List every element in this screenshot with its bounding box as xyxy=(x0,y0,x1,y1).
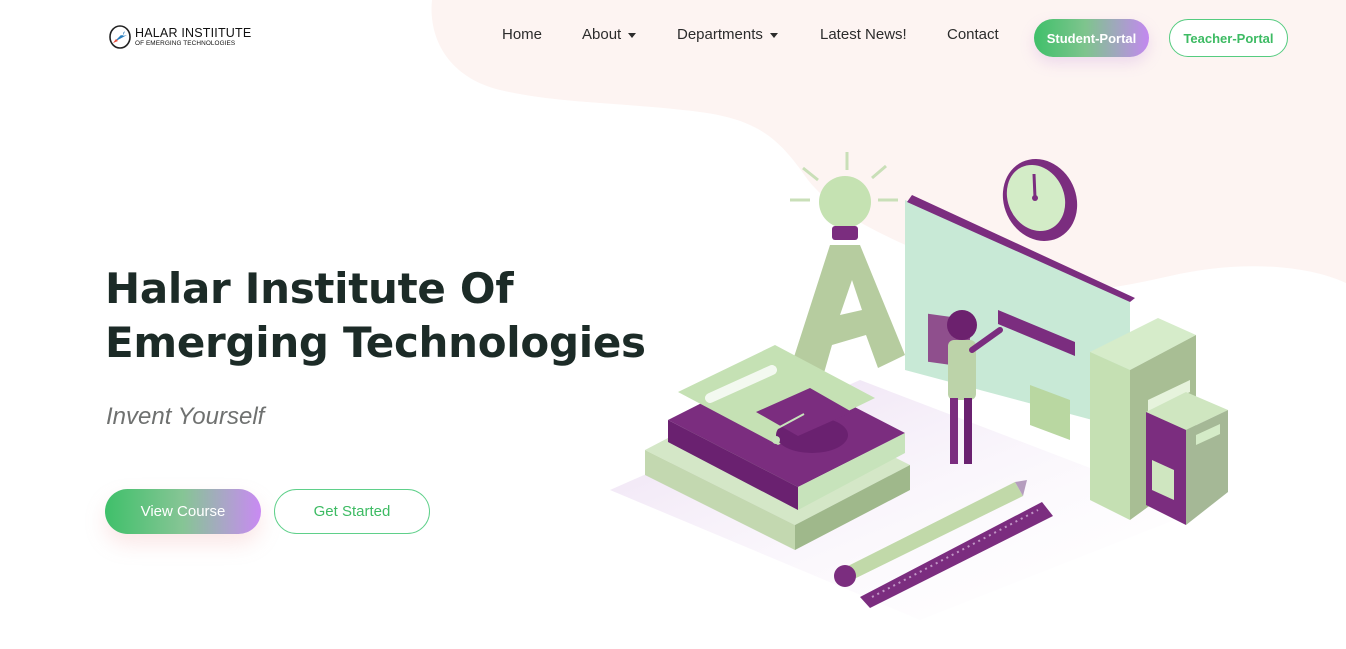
nav-home[interactable]: Home xyxy=(502,26,542,43)
hero-title: Halar Institute Of Emerging Technologies xyxy=(105,262,646,370)
rocket-orbit-logo-icon xyxy=(109,25,131,49)
logo-title: HALAR INSTIITUTE xyxy=(135,25,252,40)
caret-down-icon xyxy=(628,32,637,38)
site-logo[interactable]: HALAR INSTIITUTE OF EMERGING TECHNOLOGIE… xyxy=(108,24,251,50)
hero-title-line2: Emerging Technologies xyxy=(105,318,646,367)
nav-departments-label: Departments xyxy=(677,26,763,43)
clock-icon xyxy=(1002,159,1078,241)
light-bulb-icon xyxy=(790,152,898,240)
cabinet-blocks xyxy=(1090,318,1228,525)
caret-down-icon xyxy=(769,32,778,38)
logo-text: HALAR INSTIITUTE OF EMERGING TECHNOLOGIE… xyxy=(135,27,251,48)
student-portal-button[interactable]: Student-Portal xyxy=(1034,19,1149,57)
teacher-portal-button[interactable]: Teacher-Portal xyxy=(1169,19,1288,57)
nav-departments[interactable]: Departments xyxy=(677,26,778,43)
nav-about[interactable]: About xyxy=(582,26,637,43)
logo-subtitle: OF EMERGING TECHNOLOGIES xyxy=(135,40,236,48)
get-started-button[interactable]: Get Started xyxy=(274,489,430,534)
nav-contact[interactable]: Contact xyxy=(947,26,999,43)
nav-about-label: About xyxy=(582,26,622,43)
view-course-button[interactable]: View Course xyxy=(105,489,261,534)
hero-tagline: Invent Yourself xyxy=(106,403,265,430)
hero-title-line1: Halar Institute Of xyxy=(105,264,514,313)
education-illustration xyxy=(610,152,1228,620)
nav-latest-news[interactable]: Latest News! xyxy=(820,26,907,43)
